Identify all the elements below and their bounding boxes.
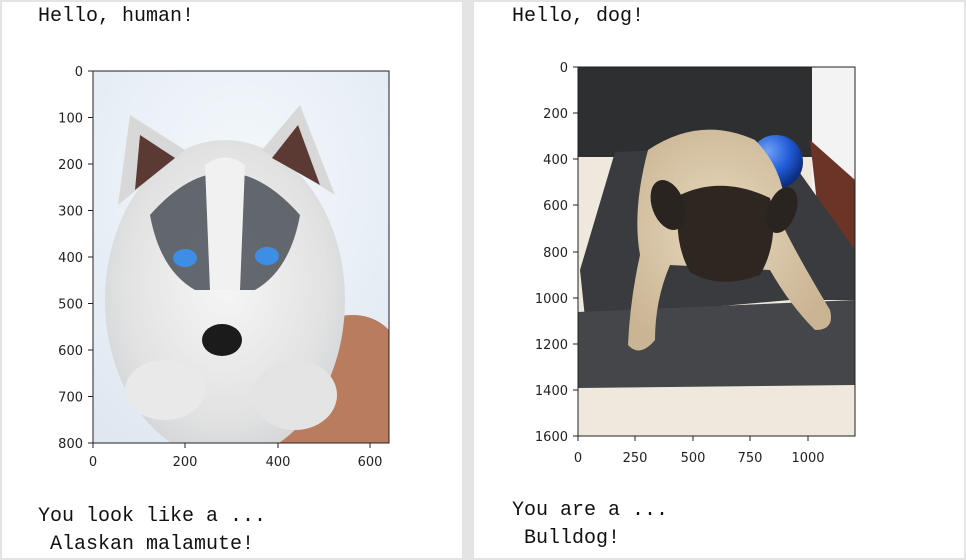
left-x-tick-label: 400 (266, 455, 291, 470)
left-y-tick-label: 800 (58, 437, 83, 452)
right-x-tick-label: 750 (738, 451, 763, 466)
left-y-tick-label: 400 (58, 251, 83, 266)
husky-puppy-image (93, 71, 389, 443)
left-y-tick-label: 200 (58, 158, 83, 173)
left-x-tick-label: 0 (89, 455, 97, 470)
right-x-tick-label: 1000 (791, 451, 824, 466)
right-y-tick-label: 0 (560, 61, 568, 76)
right-y-tick-label: 1000 (535, 292, 568, 307)
left-x-tick-label: 600 (358, 455, 383, 470)
right-y-axis: 0 200 400 600 800 1000 1200 1400 1600 (535, 61, 578, 445)
right-x-axis: 0 250 500 750 1000 (574, 436, 825, 466)
right-y-tick-label: 1400 (535, 384, 568, 399)
plots-canvas: 0 100 200 300 400 500 600 700 800 0 200 … (58, 61, 856, 470)
right-y-tick-label: 600 (543, 199, 568, 214)
right-x-tick-label: 500 (681, 451, 706, 466)
left-y-tick-label: 300 (58, 205, 83, 220)
pug-on-mat-image (578, 67, 855, 436)
left-y-tick-label: 0 (75, 65, 83, 80)
right-x-tick-label: 0 (574, 451, 582, 466)
right-x-tick-label: 250 (623, 451, 648, 466)
left-x-axis: 0 200 400 600 (89, 443, 383, 470)
right-y-tick-label: 800 (543, 246, 568, 261)
left-y-tick-label: 700 (58, 391, 83, 406)
left-y-tick-label: 100 (58, 112, 83, 127)
right-y-tick-label: 200 (543, 107, 568, 122)
left-x-tick-label: 200 (173, 455, 198, 470)
left-y-tick-label: 500 (58, 298, 83, 313)
right-y-tick-label: 1200 (535, 338, 568, 353)
left-y-tick-label: 600 (58, 344, 83, 359)
right-y-tick-label: 1600 (535, 430, 568, 445)
right-y-tick-label: 400 (543, 153, 568, 168)
left-y-axis: 0 100 200 300 400 500 600 700 800 (58, 65, 93, 452)
